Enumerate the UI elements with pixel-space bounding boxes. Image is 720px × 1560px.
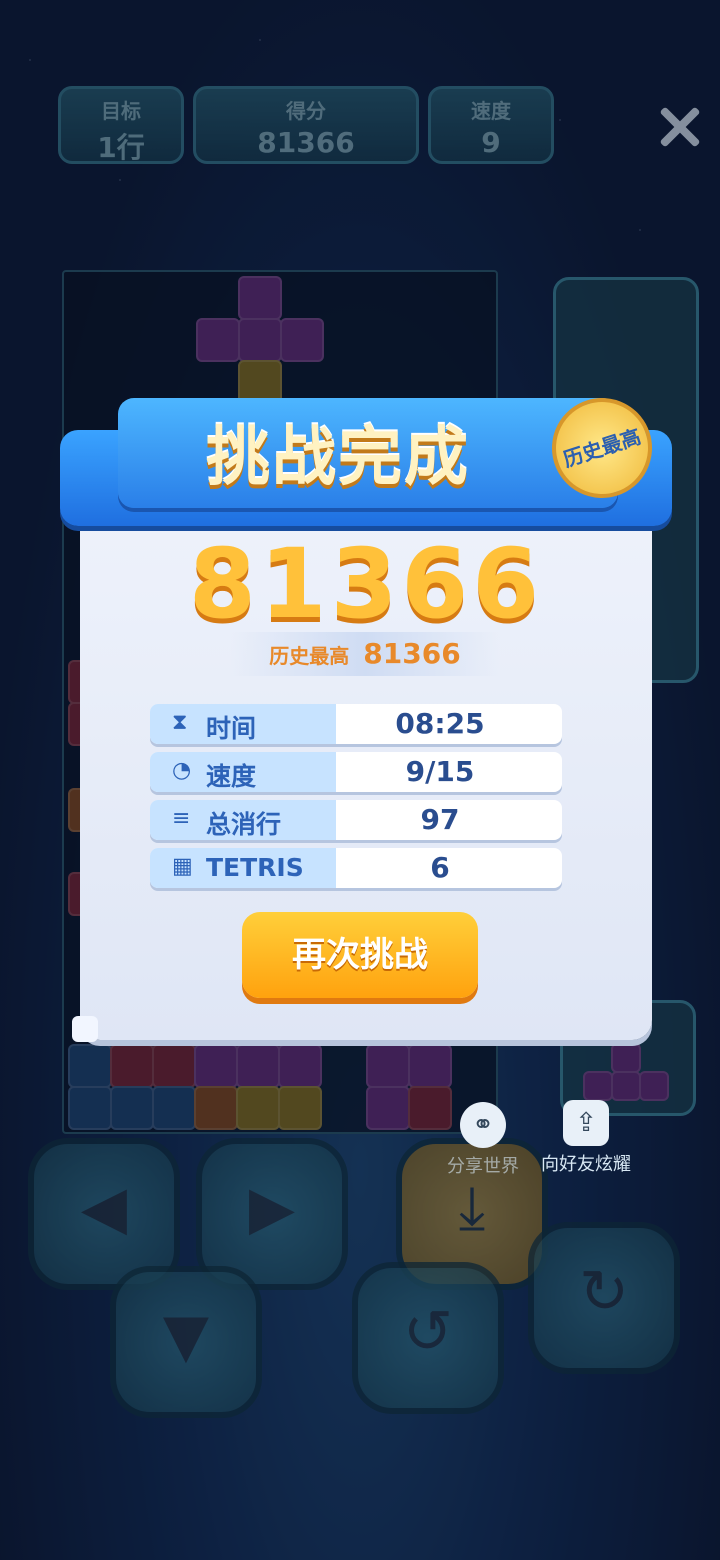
stat-value: 9/15 xyxy=(405,755,475,788)
stat-name: 速度 xyxy=(206,762,257,791)
share-nodes-icon: ⚭ xyxy=(460,1102,506,1148)
final-score: 81366 xyxy=(189,528,543,640)
share-friends-label: 向好友炫耀 xyxy=(541,1154,631,1175)
share-world-button[interactable]: ⚭ 分享世界 xyxy=(444,1102,522,1178)
hourglass-icon: ⧗ xyxy=(172,710,188,735)
stat-value: 97 xyxy=(420,803,460,836)
share-arrow-icon: ⇪ xyxy=(563,1100,609,1146)
share-friends-button[interactable]: ⇪ 向好友炫耀 xyxy=(536,1100,636,1176)
stat-value: 6 xyxy=(430,851,450,884)
best-label: 历史最高 xyxy=(269,644,350,668)
stat-name: 总消行 xyxy=(206,810,282,839)
best-score-row: 历史最高 81366 xyxy=(230,632,500,676)
stat-row-tetris: ▦ TETRIS 6 xyxy=(150,848,562,888)
stat-name: TETRIS xyxy=(206,853,304,882)
retry-button[interactable]: 再次挑战 xyxy=(242,912,478,998)
stat-value: 08:25 xyxy=(395,707,485,740)
stat-row-speed: ◔ 速度 9/15 xyxy=(150,752,562,792)
lines-icon: ≡ xyxy=(172,806,191,831)
stat-row-time: ⧗ 时间 08:25 xyxy=(150,704,562,744)
share-world-label: 分享世界 xyxy=(447,1156,519,1177)
grid-icon: ▦ xyxy=(172,854,193,879)
dialog-title: 挑战完成 xyxy=(206,421,470,495)
stat-row-lines: ≡ 总消行 97 xyxy=(150,800,562,840)
speedometer-icon: ◔ xyxy=(172,758,192,783)
decor-square xyxy=(72,1016,98,1042)
best-value: 81366 xyxy=(363,637,461,670)
stat-name: 时间 xyxy=(206,714,257,743)
